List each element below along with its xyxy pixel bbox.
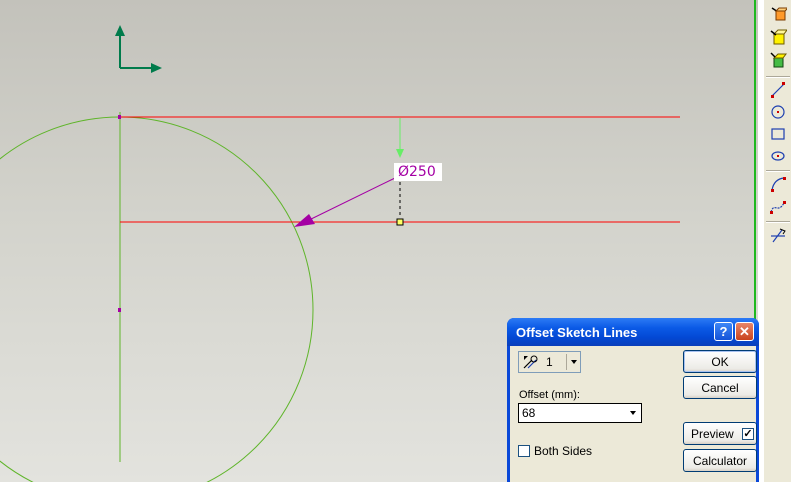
offset-count-value: 1: [546, 355, 553, 369]
toolbar-separator: [766, 221, 790, 223]
both-sides-label: Both Sides: [534, 444, 593, 458]
dialog-body: 1 Offset (mm): 68 Both Sides OK Cancel P…: [510, 346, 757, 482]
sketch-point-top[interactable]: [118, 115, 121, 119]
offset-drag-handle[interactable]: [396, 218, 404, 226]
line-tool-icon[interactable]: [767, 79, 789, 101]
dropdown-divider: [566, 354, 567, 370]
sketch-on-face-icon[interactable]: [767, 3, 789, 25]
offset-sketch-lines-dialog: Offset Sketch Lines ? ✕ 1 Offset (mm): 6…: [507, 318, 759, 482]
help-button[interactable]: ?: [714, 322, 733, 341]
circle-tool-icon[interactable]: [767, 101, 789, 123]
sketch-toolbar: [763, 0, 791, 482]
offset-count-dropdown[interactable]: 1: [518, 351, 581, 373]
arc-tool-icon[interactable]: [767, 173, 789, 195]
ok-button[interactable]: OK: [683, 350, 757, 373]
preview-label: Preview: [691, 426, 734, 441]
ellipse-tool-icon[interactable]: [767, 145, 789, 167]
dialog-title-bar[interactable]: Offset Sketch Lines ? ✕: [507, 318, 759, 346]
close-button[interactable]: ✕: [735, 322, 754, 341]
preview-checkbox[interactable]: ✓: [742, 428, 754, 440]
calculator-button[interactable]: Calculator: [683, 449, 757, 472]
sketch-plane-icon[interactable]: [767, 26, 789, 48]
dialog-title: Offset Sketch Lines: [516, 325, 638, 340]
offset-lines-icon: [522, 354, 540, 373]
sketch-view-icon[interactable]: [767, 49, 789, 71]
rectangle-tool-icon[interactable]: [767, 123, 789, 145]
offset-arrow-head: [396, 149, 404, 158]
toolbar-separator: [766, 76, 790, 78]
trim-tool-icon[interactable]: [767, 225, 789, 247]
cancel-button[interactable]: Cancel: [683, 376, 757, 399]
diameter-arrow-head: [294, 214, 315, 227]
offset-dropdown-arrow[interactable]: [626, 405, 640, 421]
preview-button[interactable]: Preview ✓: [683, 422, 757, 445]
axis-indicator: [115, 25, 162, 73]
sketch-circle[interactable]: [0, 116, 314, 482]
diameter-dimension-label[interactable]: Ø250: [398, 164, 436, 180]
offset-input-value: 68: [522, 406, 536, 420]
toolbar-separator: [766, 170, 790, 172]
offset-input[interactable]: 68: [518, 403, 642, 423]
both-sides-checkbox[interactable]: [518, 445, 530, 457]
sketch-point-center[interactable]: [118, 308, 121, 312]
offset-label: Offset (mm):: [519, 389, 580, 401]
chevron-down-icon: [571, 360, 577, 364]
diameter-leader-line: [304, 177, 396, 223]
spline-tool-icon[interactable]: [767, 196, 789, 218]
